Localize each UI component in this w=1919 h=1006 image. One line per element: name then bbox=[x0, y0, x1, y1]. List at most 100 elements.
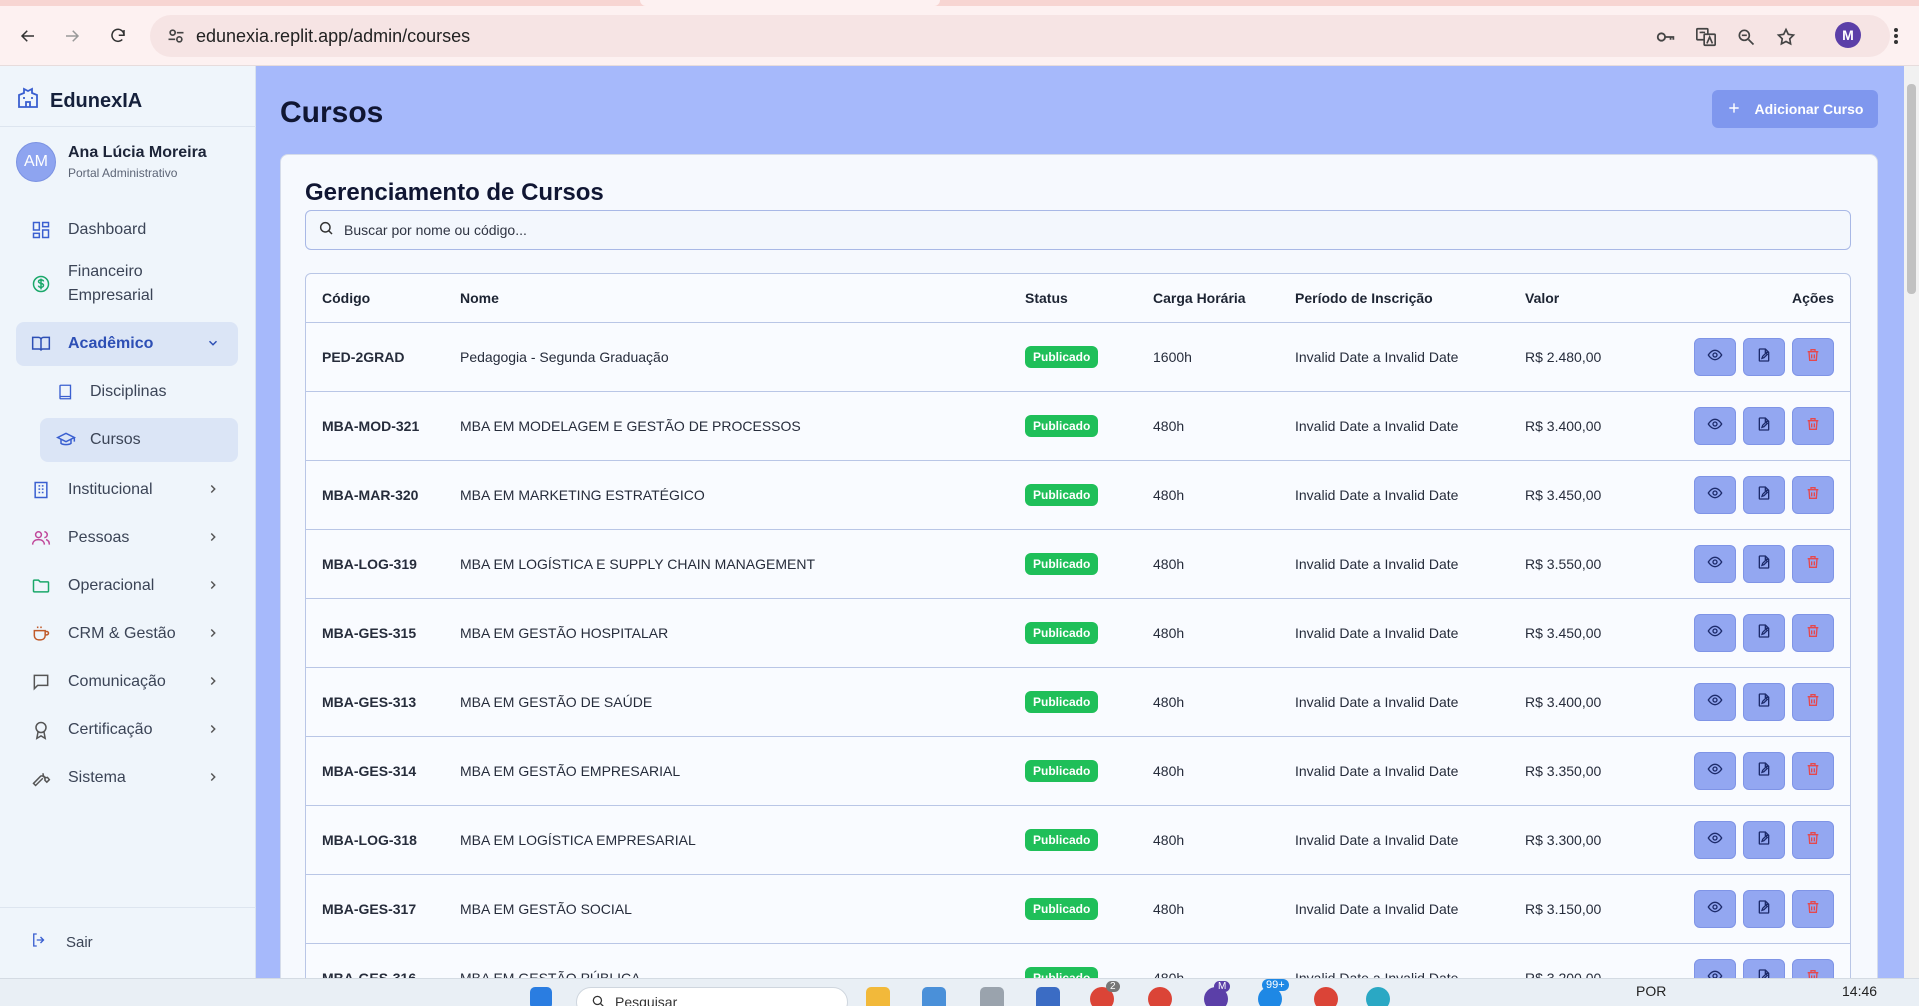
key-icon[interactable] bbox=[1654, 25, 1678, 49]
sidebar-item-operacional[interactable]: Operacional bbox=[16, 562, 238, 610]
delete-button[interactable] bbox=[1792, 820, 1834, 859]
delete-button[interactable] bbox=[1792, 682, 1834, 721]
windows-start-icon[interactable] bbox=[530, 987, 552, 1006]
table-row[interactable]: MBA-GES-314 MBA EM GESTÃO EMPRESARIAL Pu… bbox=[306, 736, 1850, 806]
page-scrollbar[interactable] bbox=[1904, 66, 1919, 978]
zoom-icon[interactable] bbox=[1734, 25, 1758, 49]
table-row[interactable]: MBA-GES-316 MBA EM GESTÃO PÚBLICA Public… bbox=[306, 943, 1850, 978]
reload-icon[interactable] bbox=[104, 22, 132, 50]
table-row[interactable]: MBA-MOD-321 MBA EM MODELAGEM E GESTÃO DE… bbox=[306, 391, 1850, 461]
profile-avatar[interactable]: M bbox=[1835, 22, 1861, 48]
table-row[interactable]: MBA-MAR-320 MBA EM MARKETING ESTRATÉGICO… bbox=[306, 460, 1850, 530]
browser-menu-icon[interactable] bbox=[1882, 22, 1910, 50]
add-course-button[interactable]: Adicionar Curso bbox=[1712, 90, 1878, 128]
view-button[interactable] bbox=[1694, 682, 1736, 721]
delete-button[interactable] bbox=[1792, 613, 1834, 652]
file-explorer-icon[interactable] bbox=[866, 987, 890, 1006]
table-row[interactable]: MBA-LOG-319 MBA EM LOGÍSTICA E SUPPLY CH… bbox=[306, 529, 1850, 599]
delete-button[interactable] bbox=[1792, 958, 1834, 978]
view-button[interactable] bbox=[1694, 889, 1736, 928]
address-bar[interactable]: edunexia.replit.app/admin/courses bbox=[150, 15, 1890, 57]
table-row[interactable]: MBA-GES-315 MBA EM GESTÃO HOSPITALAR Pub… bbox=[306, 598, 1850, 668]
actions-cell bbox=[1675, 736, 1850, 806]
clock[interactable]: 14:46 bbox=[1842, 983, 1877, 999]
courses-table: Código Nome Status Carga Horária Período… bbox=[305, 273, 1851, 978]
chrome-icon[interactable] bbox=[1148, 987, 1172, 1006]
translate-icon[interactable] bbox=[1694, 25, 1718, 49]
app-icon[interactable] bbox=[980, 987, 1004, 1006]
table-row[interactable]: MBA-LOG-318 MBA EM LOGÍSTICA EMPRESARIAL… bbox=[306, 805, 1850, 875]
sidebar-item-comunicacao[interactable]: Comunicação bbox=[16, 658, 238, 706]
course-value: R$ 3.450,00 bbox=[1525, 598, 1675, 668]
view-button[interactable] bbox=[1694, 406, 1736, 445]
edit-button[interactable] bbox=[1743, 475, 1785, 514]
site-settings-icon[interactable] bbox=[166, 26, 186, 46]
chrome-icon[interactable] bbox=[1314, 987, 1338, 1006]
sidebar-item-financeiro[interactable]: Financeiro Empresarial bbox=[16, 254, 238, 314]
app-icon[interactable] bbox=[1366, 987, 1390, 1006]
trash-icon bbox=[1805, 416, 1821, 435]
table-row[interactable]: MBA-GES-313 MBA EM GESTÃO DE SAÚDE Publi… bbox=[306, 667, 1850, 737]
edit-button[interactable] bbox=[1743, 889, 1785, 928]
header-periodo-inscricao: Período de Inscrição bbox=[1295, 274, 1525, 323]
table-row[interactable]: PED-2GRAD Pedagogia - Segunda Graduação … bbox=[306, 322, 1850, 392]
sidebar-item-label: CRM & Gestão bbox=[68, 625, 176, 642]
users-icon bbox=[30, 527, 52, 549]
course-code: MBA-GES-315 bbox=[306, 598, 460, 668]
edit-button[interactable] bbox=[1743, 820, 1785, 859]
search-input[interactable] bbox=[344, 222, 1744, 238]
sidebar-item-academico[interactable]: Acadêmico bbox=[16, 322, 238, 366]
edit-button[interactable] bbox=[1743, 337, 1785, 376]
actions-cell bbox=[1675, 805, 1850, 875]
sidebar-item-sistema[interactable]: Sistema bbox=[16, 754, 238, 802]
search-box[interactable] bbox=[305, 210, 1851, 250]
view-button[interactable] bbox=[1694, 820, 1736, 859]
course-period: Invalid Date a Invalid Date bbox=[1295, 529, 1525, 599]
view-button[interactable] bbox=[1694, 544, 1736, 583]
sidebar-item-institucional[interactable]: Institucional bbox=[16, 466, 238, 514]
delete-button[interactable] bbox=[1792, 544, 1834, 583]
taskbar-search[interactable]: Pesquisar bbox=[576, 987, 848, 1006]
edit-button[interactable] bbox=[1743, 958, 1785, 978]
bookmark-star-icon[interactable] bbox=[1774, 25, 1798, 49]
calendar-icon[interactable] bbox=[1036, 987, 1060, 1006]
view-button[interactable] bbox=[1694, 613, 1736, 652]
edit-button[interactable] bbox=[1743, 544, 1785, 583]
url-text[interactable]: edunexia.replit.app/admin/courses bbox=[196, 26, 470, 47]
edit-button[interactable] bbox=[1743, 682, 1785, 721]
forward-icon[interactable] bbox=[58, 22, 86, 50]
delete-button[interactable] bbox=[1792, 751, 1834, 790]
back-icon[interactable] bbox=[14, 22, 42, 50]
edit-button[interactable] bbox=[1743, 751, 1785, 790]
scrollbar-thumb[interactable] bbox=[1907, 84, 1916, 294]
brand[interactable]: EdunexIA bbox=[16, 86, 142, 116]
delete-button[interactable] bbox=[1792, 889, 1834, 928]
edit-file-icon bbox=[1756, 968, 1772, 978]
view-button[interactable] bbox=[1694, 337, 1736, 376]
delete-button[interactable] bbox=[1792, 475, 1834, 514]
course-code: MBA-GES-317 bbox=[306, 874, 460, 944]
delete-button[interactable] bbox=[1792, 337, 1834, 376]
table-row[interactable]: MBA-GES-317 MBA EM GESTÃO SOCIAL Publica… bbox=[306, 874, 1850, 944]
sidebar-item-pessoas[interactable]: Pessoas bbox=[16, 514, 238, 562]
sidebar-item-cursos[interactable]: Cursos bbox=[40, 418, 238, 462]
row-actions bbox=[1694, 337, 1834, 376]
app-icon[interactable] bbox=[922, 987, 946, 1006]
view-button[interactable] bbox=[1694, 751, 1736, 790]
brand-name: EdunexIA bbox=[50, 89, 143, 112]
view-button[interactable] bbox=[1694, 475, 1736, 514]
language-indicator[interactable]: POR bbox=[1636, 983, 1666, 999]
sidebar-item-dashboard[interactable]: Dashboard bbox=[16, 206, 238, 254]
plus-icon bbox=[1727, 101, 1741, 118]
course-name: MBA EM GESTÃO PÚBLICA bbox=[460, 943, 1025, 978]
view-button[interactable] bbox=[1694, 958, 1736, 978]
sidebar-item-certificacao[interactable]: Certificação bbox=[16, 706, 238, 754]
sidebar-item-crm[interactable]: CRM & Gestão bbox=[16, 610, 238, 658]
sidebar-item-disciplinas[interactable]: Disciplinas bbox=[40, 370, 238, 414]
logout-button[interactable]: Sair bbox=[30, 931, 93, 953]
active-tab[interactable] bbox=[640, 0, 940, 6]
delete-button[interactable] bbox=[1792, 406, 1834, 445]
divider bbox=[0, 126, 256, 127]
edit-button[interactable] bbox=[1743, 613, 1785, 652]
edit-button[interactable] bbox=[1743, 406, 1785, 445]
